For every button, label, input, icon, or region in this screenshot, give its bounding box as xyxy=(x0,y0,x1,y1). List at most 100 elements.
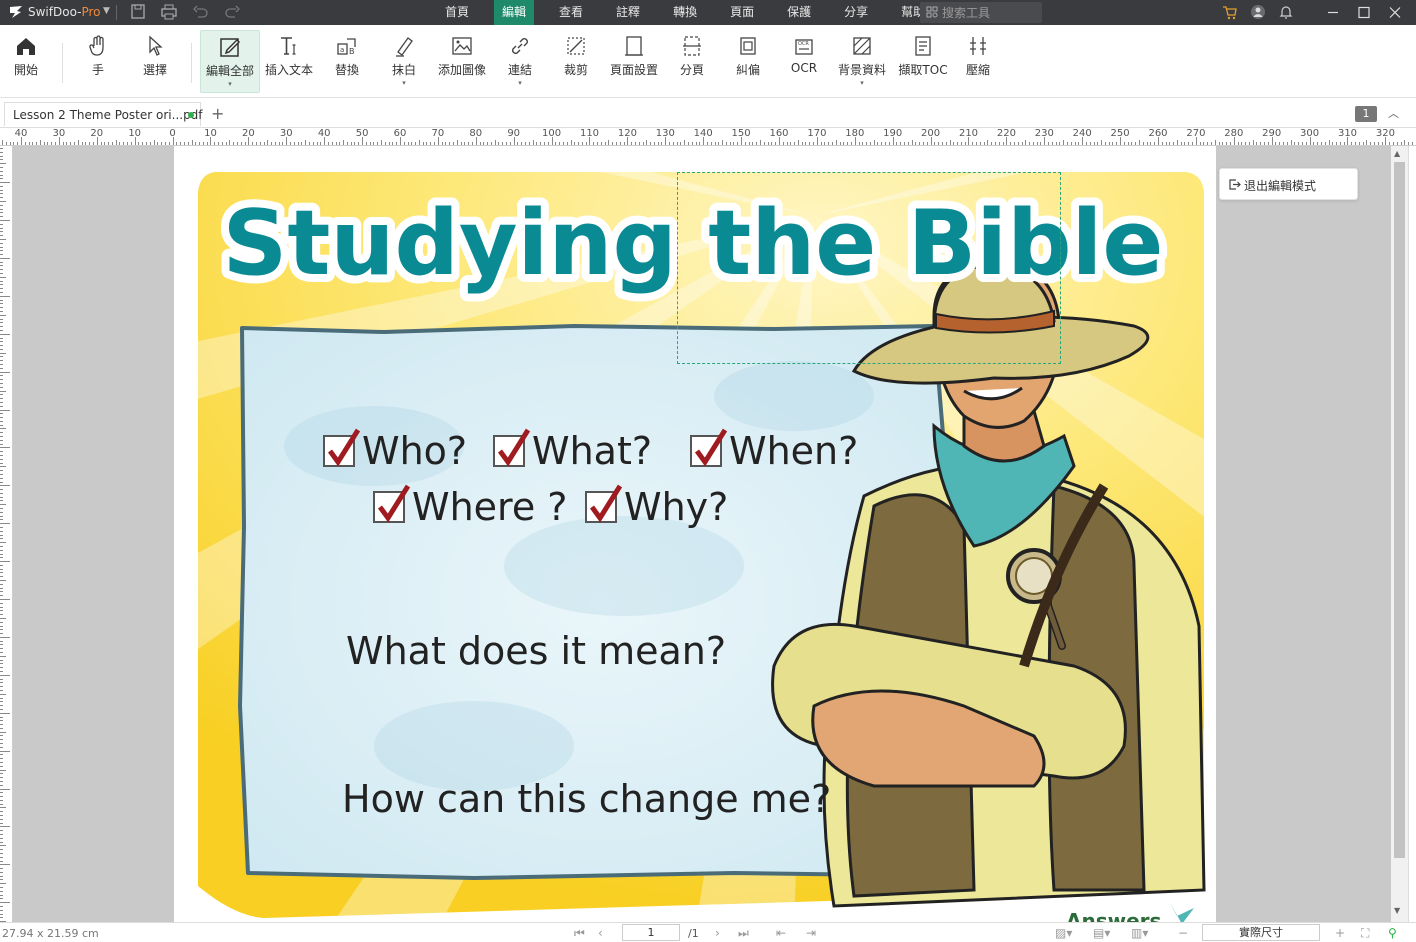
ribbon-button[interactable]: 壓縮 xyxy=(957,30,999,93)
ruler-tick xyxy=(66,142,68,145)
menu-tab[interactable]: 註釋 xyxy=(608,0,648,25)
zoom-in-icon[interactable]: + xyxy=(1335,926,1345,940)
menu-tab[interactable]: 分享 xyxy=(836,0,876,25)
zoom-out-icon[interactable]: − xyxy=(1178,926,1188,940)
next-page-icon[interactable]: › xyxy=(715,926,720,940)
ruler-tick xyxy=(274,142,276,145)
print-icon[interactable] xyxy=(159,3,179,21)
scrollbar-thumb[interactable] xyxy=(1394,162,1405,858)
app-menu-chevron-icon[interactable]: ▼ xyxy=(103,6,110,16)
divider xyxy=(191,43,192,83)
dropdown-arrow-icon[interactable]: ▾ xyxy=(500,79,540,87)
collapse-ribbon-icon[interactable]: ︿ xyxy=(1388,105,1399,121)
horizontal-ruler: 40 30 20 10 0 10 20 30 40 50 60 70 80 90 100 110 120 130 1… xyxy=(0,127,1416,146)
menu-tab[interactable]: 查看 xyxy=(551,0,591,25)
whiteout-icon xyxy=(396,37,413,57)
ruler-tick xyxy=(0,489,3,491)
account-icon[interactable] xyxy=(1248,3,1268,21)
minimize-icon[interactable] xyxy=(1316,0,1350,25)
dropdown-arrow-icon[interactable]: ▾ xyxy=(834,79,890,87)
last-page-icon[interactable]: ⏭ xyxy=(738,926,749,941)
ribbon-button[interactable]: 開始 xyxy=(8,30,44,93)
ruler-tick xyxy=(0,856,3,858)
ribbon-button[interactable]: 分頁 xyxy=(670,30,714,93)
ruler-tick xyxy=(1385,137,1387,145)
ruler-tick xyxy=(756,142,758,145)
page-layout-icon[interactable]: ▤▾ xyxy=(1093,926,1110,940)
ruler-tick xyxy=(896,142,898,145)
menu-tab[interactable]: 轉換 xyxy=(665,0,705,25)
prev-page-icon[interactable]: ‹ xyxy=(598,926,603,940)
exit-edit-mode-button[interactable]: 退出編輯模式 xyxy=(1219,168,1358,200)
ribbon-button[interactable]: 添加圖像 xyxy=(432,30,492,93)
ruler-tick xyxy=(1078,142,1080,145)
maximize-icon[interactable] xyxy=(1347,0,1381,25)
back-view-icon[interactable]: ⇤ xyxy=(776,926,786,940)
ruler-tick xyxy=(0,216,3,218)
ribbon-button[interactable]: OCR OCR xyxy=(784,30,824,93)
ribbon-button[interactable]: 選擇 xyxy=(136,30,174,93)
dropdown-arrow-icon[interactable]: ▾ xyxy=(383,79,425,87)
ruler-tick xyxy=(1029,142,1031,145)
ribbon-button[interactable]: 頁面設置 xyxy=(606,30,662,93)
ruler-tick xyxy=(441,142,443,145)
ribbon-button[interactable]: 插入文本 xyxy=(262,30,316,93)
dropdown-arrow-icon[interactable]: ▾ xyxy=(201,80,259,88)
ruler-tick xyxy=(0,689,3,691)
question-row-2: Where ? Why? xyxy=(373,484,728,529)
ribbon-button[interactable]: 背景資料 ▾ xyxy=(834,30,890,93)
ruler-tick xyxy=(134,137,136,145)
ruler-tick xyxy=(17,142,19,145)
undo-icon[interactable] xyxy=(191,3,211,21)
ruler-tick xyxy=(74,142,75,145)
close-icon[interactable] xyxy=(1378,0,1412,25)
ribbon-button[interactable]: 手 xyxy=(82,30,114,93)
menu-tab[interactable]: 頁面 xyxy=(722,0,762,25)
ribbon-button[interactable]: 裁剪 xyxy=(556,30,596,93)
ribbon-button[interactable]: 擷取TOC xyxy=(894,30,952,93)
ruler-tick xyxy=(0,667,3,669)
first-page-icon[interactable]: ⏮ xyxy=(574,926,585,941)
ribbon-button[interactable]: Ba 替換 xyxy=(325,30,369,93)
page-number-input[interactable] xyxy=(622,924,680,941)
ruler-tick xyxy=(0,727,3,729)
ruler-tick xyxy=(528,142,530,145)
view-mode-icon[interactable]: ▨▾ xyxy=(1055,926,1072,940)
zoom-select[interactable]: 實際尺寸 xyxy=(1202,924,1320,941)
ruler-tick xyxy=(369,142,371,145)
menu-tab[interactable]: 首頁 xyxy=(437,0,477,25)
redo-icon[interactable] xyxy=(222,3,242,21)
cart-icon[interactable] xyxy=(1220,3,1240,21)
ribbon-button[interactable]: 糾偏 xyxy=(726,30,770,93)
search-box[interactable] xyxy=(920,2,1042,23)
ruler-tick xyxy=(1017,142,1019,145)
fit-screen-icon[interactable]: ⛶ xyxy=(1361,926,1369,941)
ruler-tick xyxy=(877,142,879,145)
search-input[interactable] xyxy=(942,4,1038,21)
ruler-tick xyxy=(521,142,523,145)
ribbon-button[interactable]: 抹白 ▾ xyxy=(383,30,425,93)
ruler-tick xyxy=(1351,142,1353,145)
ribbon-button[interactable]: 連結 ▾ xyxy=(500,30,540,93)
ruler-tick xyxy=(142,142,144,145)
menu-tab[interactable]: 保護 xyxy=(779,0,819,25)
scroll-up-icon[interactable]: ▲ xyxy=(1394,149,1400,158)
save-icon[interactable] xyxy=(128,3,148,21)
ruler-tick xyxy=(244,142,246,145)
page-display-icon[interactable]: ▥▾ xyxy=(1131,926,1148,940)
scroll-down-icon[interactable]: ▼ xyxy=(1394,906,1400,915)
ruler-tick xyxy=(0,417,3,419)
pin-icon[interactable]: ⚲ xyxy=(1388,926,1397,940)
add-tab-icon[interactable]: + xyxy=(211,104,224,123)
ruler-tick xyxy=(559,142,561,145)
vertical-scrollbar[interactable]: ▲ ▼ xyxy=(1391,146,1408,922)
ruler-tick xyxy=(1347,137,1349,145)
forward-view-icon[interactable]: ⇥ xyxy=(806,926,816,940)
ruler-tick xyxy=(422,142,424,145)
bell-icon[interactable] xyxy=(1276,3,1296,21)
document-tab[interactable]: Lesson 2 Theme Poster ori...pdf xyxy=(4,102,203,126)
menu-tab[interactable]: 編輯 xyxy=(494,0,535,25)
ruler-tick xyxy=(0,697,3,699)
ribbon-button[interactable]: 編輯全部 ▾ xyxy=(200,30,260,93)
ruler-tick xyxy=(0,470,3,472)
